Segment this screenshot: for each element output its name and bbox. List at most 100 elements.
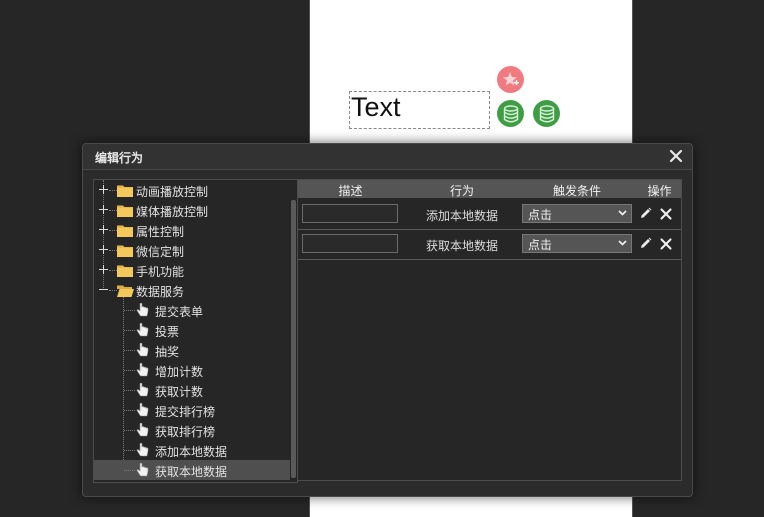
hand-pointer-icon (136, 383, 149, 397)
trigger-select[interactable]: 点击 (522, 204, 632, 223)
tree-item-data-service[interactable]: 数据服务 (94, 280, 290, 300)
tree-item-label: 提交表单 (155, 305, 204, 319)
tree-guide-line (109, 230, 117, 231)
hand-pointer-icon (136, 403, 149, 417)
hand-pointer-icon (136, 303, 149, 317)
tree-item-get-count[interactable]: 获取计数 (94, 380, 290, 400)
collapse-icon[interactable] (99, 289, 108, 290)
tree-guide-line (124, 310, 135, 311)
tree-item-submit-leaderboard[interactable]: 提交排行榜 (94, 400, 290, 420)
tree-item-label: 添加本地数据 (155, 445, 228, 459)
expand-icon[interactable] (99, 185, 108, 194)
delete-x-icon[interactable] (660, 238, 672, 250)
edit-pencil-icon[interactable] (639, 207, 652, 220)
tree-item-label: 增加计数 (155, 365, 204, 379)
hand-pointer-icon (136, 463, 149, 477)
tree-item-label: 属性控制 (136, 225, 185, 239)
tree-item-get-leaderboard[interactable]: 获取排行榜 (94, 420, 290, 440)
trigger-select-value: 点击 (528, 238, 553, 252)
tree-guide-line (124, 370, 135, 371)
database-icon (539, 104, 554, 122)
expand-icon[interactable] (99, 225, 108, 234)
tree-guide-line (124, 430, 135, 431)
tree-item-label: 获取排行榜 (155, 425, 216, 439)
tree-item-media-control[interactable]: 媒体播放控制 (94, 200, 290, 220)
add-favorite-button[interactable] (497, 66, 524, 93)
folder-open-icon (117, 285, 134, 297)
edit-pencil-icon[interactable] (639, 237, 652, 250)
tree-item-label: 获取本地数据 (155, 465, 228, 479)
folder-icon (117, 205, 133, 217)
description-input[interactable] (302, 234, 398, 253)
tree-item-label: 微信定制 (136, 245, 185, 259)
table-row: 添加本地数据 点击 (298, 199, 681, 230)
tree-item-wechat[interactable]: 微信定制 (94, 240, 290, 260)
database-icon (503, 104, 518, 122)
tree-item-lottery[interactable]: 抽奖 (94, 340, 290, 360)
tree-guide-line (109, 190, 117, 191)
chevron-down-icon (618, 240, 627, 246)
action-cell: 获取本地数据 (425, 239, 498, 253)
table-row: 获取本地数据 点击 (298, 229, 681, 260)
folder-icon (117, 225, 133, 237)
tree-guide-line (124, 330, 135, 331)
trigger-select[interactable]: 点击 (522, 234, 632, 253)
tree-item-phone-features[interactable]: 手机功能 (94, 260, 290, 280)
tree-guide-line (124, 470, 135, 471)
description-input[interactable] (302, 204, 398, 223)
tree-item-submit-form[interactable]: 提交表单 (94, 300, 290, 320)
behavior-tree[interactable]: 动画播放控制 媒体播放控制 属性控制 微信定制 手机功能 数据服务 提交表单 投… (93, 179, 298, 483)
folder-icon (117, 265, 133, 277)
tree-item-label: 动画播放控制 (136, 185, 209, 199)
tree-guide-line (109, 290, 117, 291)
folder-icon (117, 245, 133, 257)
star-plus-icon (502, 71, 519, 85)
tree-guide-line (124, 390, 135, 391)
tree-item-add-count[interactable]: 增加计数 (94, 360, 290, 380)
tree-item-label: 手机功能 (136, 265, 185, 279)
tree-guide-line (124, 350, 135, 351)
column-header-description: 描述 (338, 184, 363, 198)
column-header-trigger: 触发条件 (552, 184, 601, 198)
hand-pointer-icon (136, 363, 149, 377)
data-service-button-2[interactable] (533, 100, 560, 127)
expand-icon[interactable] (99, 265, 108, 274)
data-service-button[interactable] (497, 100, 524, 127)
tree-item-get-local-data[interactable]: 获取本地数据 (94, 460, 290, 480)
tree-guide-line (109, 210, 117, 211)
tree-guide-line (124, 410, 135, 411)
expand-icon[interactable] (99, 245, 108, 254)
tree-item-label: 投票 (155, 325, 180, 339)
close-icon[interactable] (669, 149, 683, 163)
edit-behavior-dialog: 编辑行为 动画播放控制 媒体播放控制 属性控制 微信定制 手机功能 数据服务 提… (82, 143, 693, 497)
tree-guide-line (109, 250, 117, 251)
hand-pointer-icon (136, 443, 149, 457)
column-header-operations: 操作 (647, 184, 672, 198)
tree-item-label: 获取计数 (155, 385, 204, 399)
tree-item-property-control[interactable]: 属性控制 (94, 220, 290, 240)
hand-pointer-icon (136, 423, 149, 437)
delete-x-icon[interactable] (660, 208, 672, 220)
expand-icon[interactable] (99, 205, 108, 214)
tree-guide-line (109, 270, 117, 271)
tree-item-label: 媒体播放控制 (136, 205, 209, 219)
tree-item-label: 数据服务 (136, 285, 185, 299)
chevron-down-icon (618, 210, 627, 216)
dialog-header: 编辑行为 (83, 144, 692, 170)
folder-icon (117, 185, 133, 197)
tree-scrollbar[interactable] (291, 200, 296, 478)
canvas-text-element[interactable]: Text (349, 91, 490, 129)
behavior-table: 描述 行为 触发条件 操作 添加本地数据 点击 获取本地数据 点击 (297, 179, 682, 481)
tree-item-animation-control[interactable]: 动画播放控制 (94, 180, 290, 200)
tree-item-label: 抽奖 (155, 345, 180, 359)
table-header: 描述 行为 触发条件 操作 (298, 180, 681, 198)
action-cell: 添加本地数据 (425, 209, 498, 223)
hand-pointer-icon (136, 323, 149, 337)
tree-item-label: 提交排行榜 (155, 405, 216, 419)
dialog-title: 编辑行为 (95, 151, 144, 165)
tree-item-vote[interactable]: 投票 (94, 320, 290, 340)
tree-item-add-local-data[interactable]: 添加本地数据 (94, 440, 290, 460)
hand-pointer-icon (136, 343, 149, 357)
trigger-select-value: 点击 (528, 208, 553, 222)
column-header-action: 行为 (449, 184, 474, 198)
